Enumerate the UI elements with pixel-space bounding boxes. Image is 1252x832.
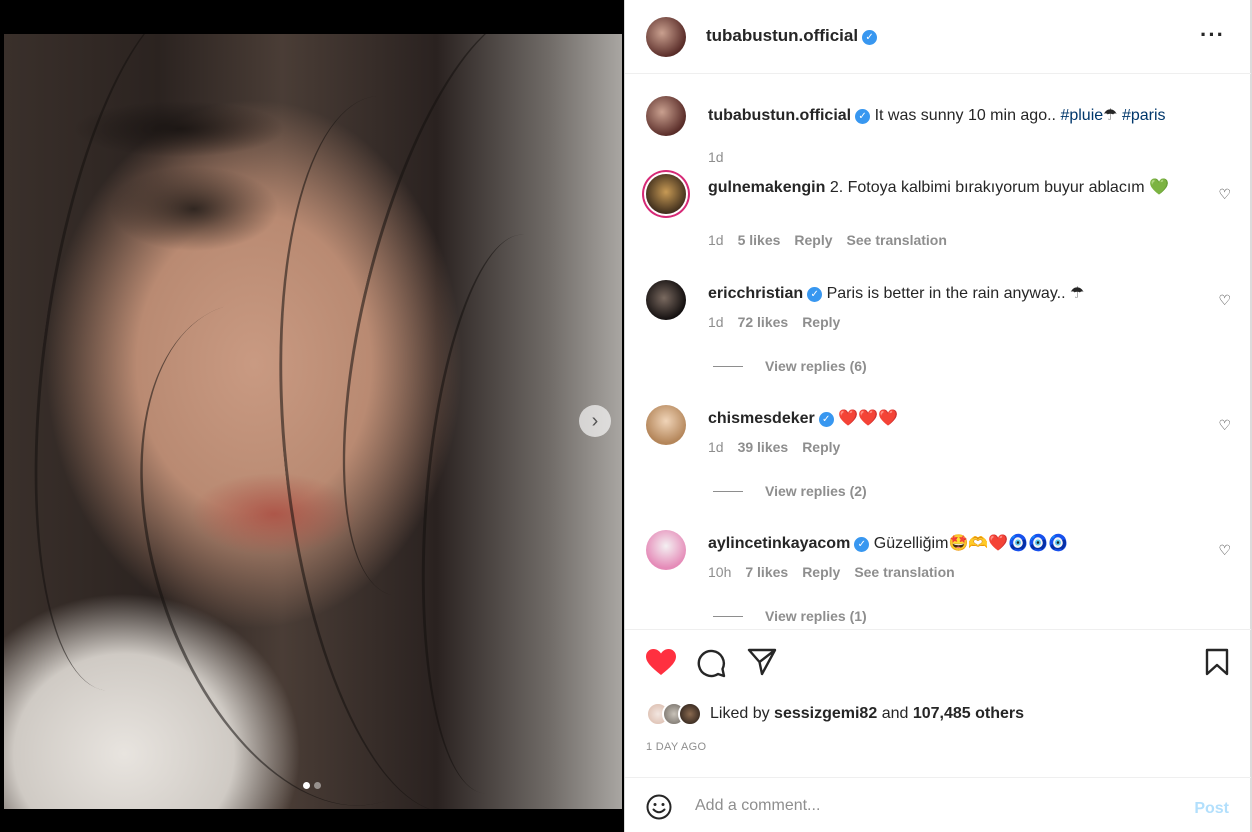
slide-indicator bbox=[303, 782, 321, 789]
comment-like-heart-icon[interactable]: ♡ bbox=[1218, 292, 1231, 309]
comment-text: gulnemakengin 2. Fotoya kalbimi bırakıyo… bbox=[708, 176, 1191, 199]
comment-text: chismesdeker ✓ ❤️❤️❤️ bbox=[708, 407, 1191, 430]
liked-by-and: and bbox=[881, 705, 909, 722]
verified-badge-icon: ✓ bbox=[818, 412, 834, 427]
chevron-right-icon: › bbox=[591, 409, 599, 432]
post-comment-button[interactable]: Post bbox=[1194, 800, 1229, 818]
comment-time: 10h bbox=[708, 564, 732, 580]
liker-avatar[interactable] bbox=[678, 702, 702, 726]
verified-badge-icon: ✓ bbox=[862, 30, 878, 45]
slide-dot-active bbox=[303, 782, 310, 789]
comment-meta: 1d 5 likes Reply See translation bbox=[708, 232, 947, 248]
comment-like-heart-icon[interactable]: ♡ bbox=[1218, 542, 1231, 559]
add-comment-bar: Post bbox=[625, 778, 1251, 832]
view-replies-button[interactable]: View replies (6) bbox=[713, 358, 867, 374]
hashtag-link[interactable]: #pluie bbox=[1060, 107, 1103, 124]
commenter-username[interactable]: chismesdeker bbox=[708, 410, 815, 427]
comment-meta: 1d 72 likes Reply bbox=[708, 314, 840, 330]
comment-meta: 1d 39 likes Reply bbox=[708, 439, 840, 455]
commenter-username[interactable]: aylincetinkayacom bbox=[708, 535, 850, 552]
comment-likes[interactable]: 39 likes bbox=[738, 439, 789, 455]
liked-by-user[interactable]: sessizgemi82 bbox=[774, 705, 877, 722]
comment-item: aylincetinkayacom ✓ Güzelliğim🤩🫶❤️🧿🧿🧿 ♡ 1… bbox=[625, 530, 1251, 629]
caption-time: 1d bbox=[708, 149, 724, 165]
comments-list[interactable]: tubabustun.official ✓ It was sunny 10 min… bbox=[625, 74, 1251, 630]
post-photo[interactable] bbox=[4, 34, 622, 809]
liked-by-row: Liked by sessizgemi82 and 107,485 others bbox=[646, 702, 1024, 726]
author-avatar[interactable] bbox=[646, 17, 686, 57]
replies-divider bbox=[713, 365, 743, 367]
view-replies-label: View replies (2) bbox=[765, 483, 867, 499]
comment-time: 1d bbox=[708, 439, 724, 455]
comment-item: gulnemakengin 2. Fotoya kalbimi bırakıyo… bbox=[625, 174, 1251, 254]
commenter-avatar[interactable] bbox=[646, 174, 686, 214]
comment-like-heart-icon[interactable]: ♡ bbox=[1218, 417, 1231, 434]
caption-avatar[interactable] bbox=[646, 96, 686, 136]
emoji-smiley-icon[interactable] bbox=[646, 794, 672, 820]
liked-heart-icon[interactable] bbox=[645, 648, 677, 676]
verified-badge-icon: ✓ bbox=[854, 537, 870, 552]
view-replies-button[interactable]: View replies (1) bbox=[713, 608, 867, 624]
comment-like-heart-icon[interactable]: ♡ bbox=[1218, 186, 1231, 203]
comment-likes[interactable]: 72 likes bbox=[738, 314, 789, 330]
comment-text: aylincetinkayacom ✓ Güzelliğim🤩🫶❤️🧿🧿🧿 bbox=[708, 532, 1191, 555]
view-replies-label: View replies (1) bbox=[765, 608, 867, 624]
comment-time: 1d bbox=[708, 314, 724, 330]
instagram-post-window: › tubabustun.official ✓ ··· tubabustun.of… bbox=[0, 0, 1252, 832]
caption-meta: 1d bbox=[708, 149, 724, 165]
commenter-avatar[interactable] bbox=[646, 280, 686, 320]
caption: tubabustun.official ✓ It was sunny 10 min… bbox=[625, 96, 1251, 165]
post-date[interactable]: 1 DAY AGO bbox=[646, 741, 706, 753]
comment-icon[interactable] bbox=[696, 648, 726, 678]
caption-body: It was sunny 10 min ago.. bbox=[874, 107, 1056, 124]
next-slide-button[interactable]: › bbox=[579, 405, 611, 437]
replies-divider bbox=[713, 490, 743, 492]
liked-by-others[interactable]: 107,485 others bbox=[913, 705, 1024, 722]
comment-time: 1d bbox=[708, 232, 724, 248]
caption-username[interactable]: tubabustun.official bbox=[708, 107, 851, 124]
author-username[interactable]: tubabustun.official bbox=[706, 26, 858, 45]
liked-by-prefix: Liked by bbox=[710, 705, 770, 722]
comment-body: 2. Fotoya kalbimi bırakıyorum buyur abla… bbox=[829, 179, 1169, 196]
details-panel: tubabustun.official ✓ ··· tubabustun.offi… bbox=[624, 0, 1252, 832]
view-replies-label: View replies (6) bbox=[765, 358, 867, 374]
commenter-username[interactable]: gulnemakengin bbox=[708, 179, 825, 196]
comment-body: Güzelliğim🤩🫶❤️🧿🧿🧿 bbox=[873, 535, 1068, 552]
share-send-icon[interactable] bbox=[747, 648, 777, 676]
replies-divider bbox=[713, 615, 743, 617]
slide-dot bbox=[314, 782, 321, 789]
hashtag-link[interactable]: #paris bbox=[1122, 107, 1166, 124]
comment-text: ericchristian ✓ Paris is better in the ra… bbox=[708, 282, 1191, 305]
umbrella-emoji: ☂ bbox=[1103, 107, 1118, 124]
reply-button[interactable]: Reply bbox=[794, 232, 832, 248]
reply-button[interactable]: Reply bbox=[802, 439, 840, 455]
see-translation-button[interactable]: See translation bbox=[847, 232, 947, 248]
view-replies-button[interactable]: View replies (2) bbox=[713, 483, 867, 499]
commenter-avatar[interactable] bbox=[646, 405, 686, 445]
comment-likes[interactable]: 7 likes bbox=[745, 564, 788, 580]
comment-body: Paris is better in the rain anyway.. ☂ bbox=[826, 285, 1085, 302]
save-bookmark-icon[interactable] bbox=[1205, 648, 1229, 676]
commenter-avatar[interactable] bbox=[646, 530, 686, 570]
comment-likes[interactable]: 5 likes bbox=[738, 232, 781, 248]
media-panel: › bbox=[0, 0, 624, 832]
more-options-icon[interactable]: ··· bbox=[1200, 22, 1225, 48]
comment-item: chismesdeker ✓ ❤️❤️❤️ ♡ 1d 39 likes Reply… bbox=[625, 405, 1251, 505]
reply-button[interactable]: Reply bbox=[802, 564, 840, 580]
comment-meta: 10h 7 likes Reply See translation bbox=[708, 564, 955, 580]
liked-by-text: Liked by sessizgemi82 and 107,485 others bbox=[710, 705, 1024, 723]
caption-text: tubabustun.official ✓ It was sunny 10 min… bbox=[708, 104, 1191, 127]
author-username-row: tubabustun.official ✓ bbox=[706, 26, 878, 46]
verified-badge-icon: ✓ bbox=[807, 287, 823, 302]
see-translation-button[interactable]: See translation bbox=[854, 564, 954, 580]
comment-body: ❤️❤️❤️ bbox=[838, 410, 898, 427]
verified-badge-icon: ✓ bbox=[855, 109, 871, 124]
comment-item: ericchristian ✓ Paris is better in the ra… bbox=[625, 280, 1251, 380]
commenter-username[interactable]: ericchristian bbox=[708, 285, 803, 302]
reply-button[interactable]: Reply bbox=[802, 314, 840, 330]
comment-input[interactable] bbox=[695, 794, 1165, 818]
post-header: tubabustun.official ✓ ··· bbox=[625, 0, 1251, 74]
